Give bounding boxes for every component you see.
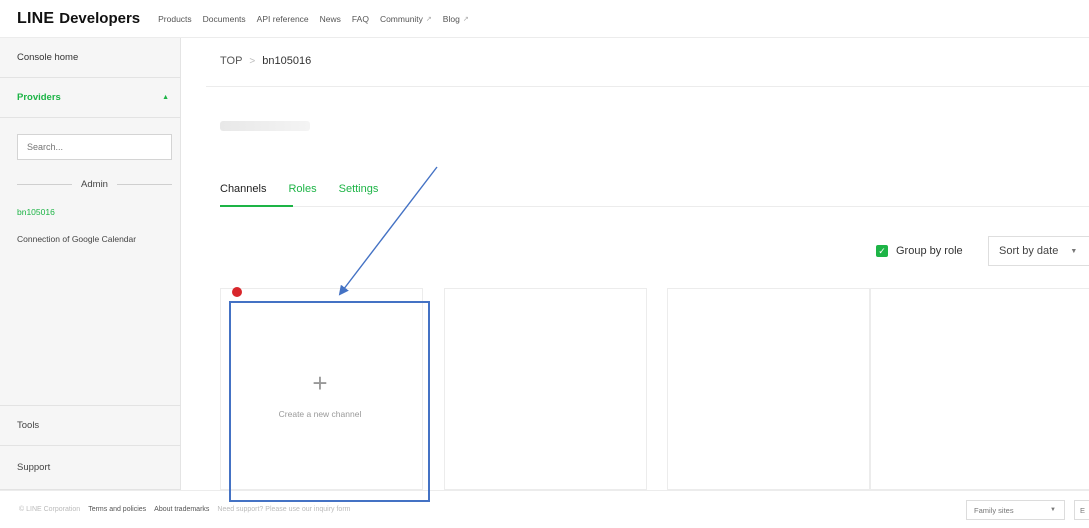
annotation-arrow-icon	[338, 166, 438, 296]
